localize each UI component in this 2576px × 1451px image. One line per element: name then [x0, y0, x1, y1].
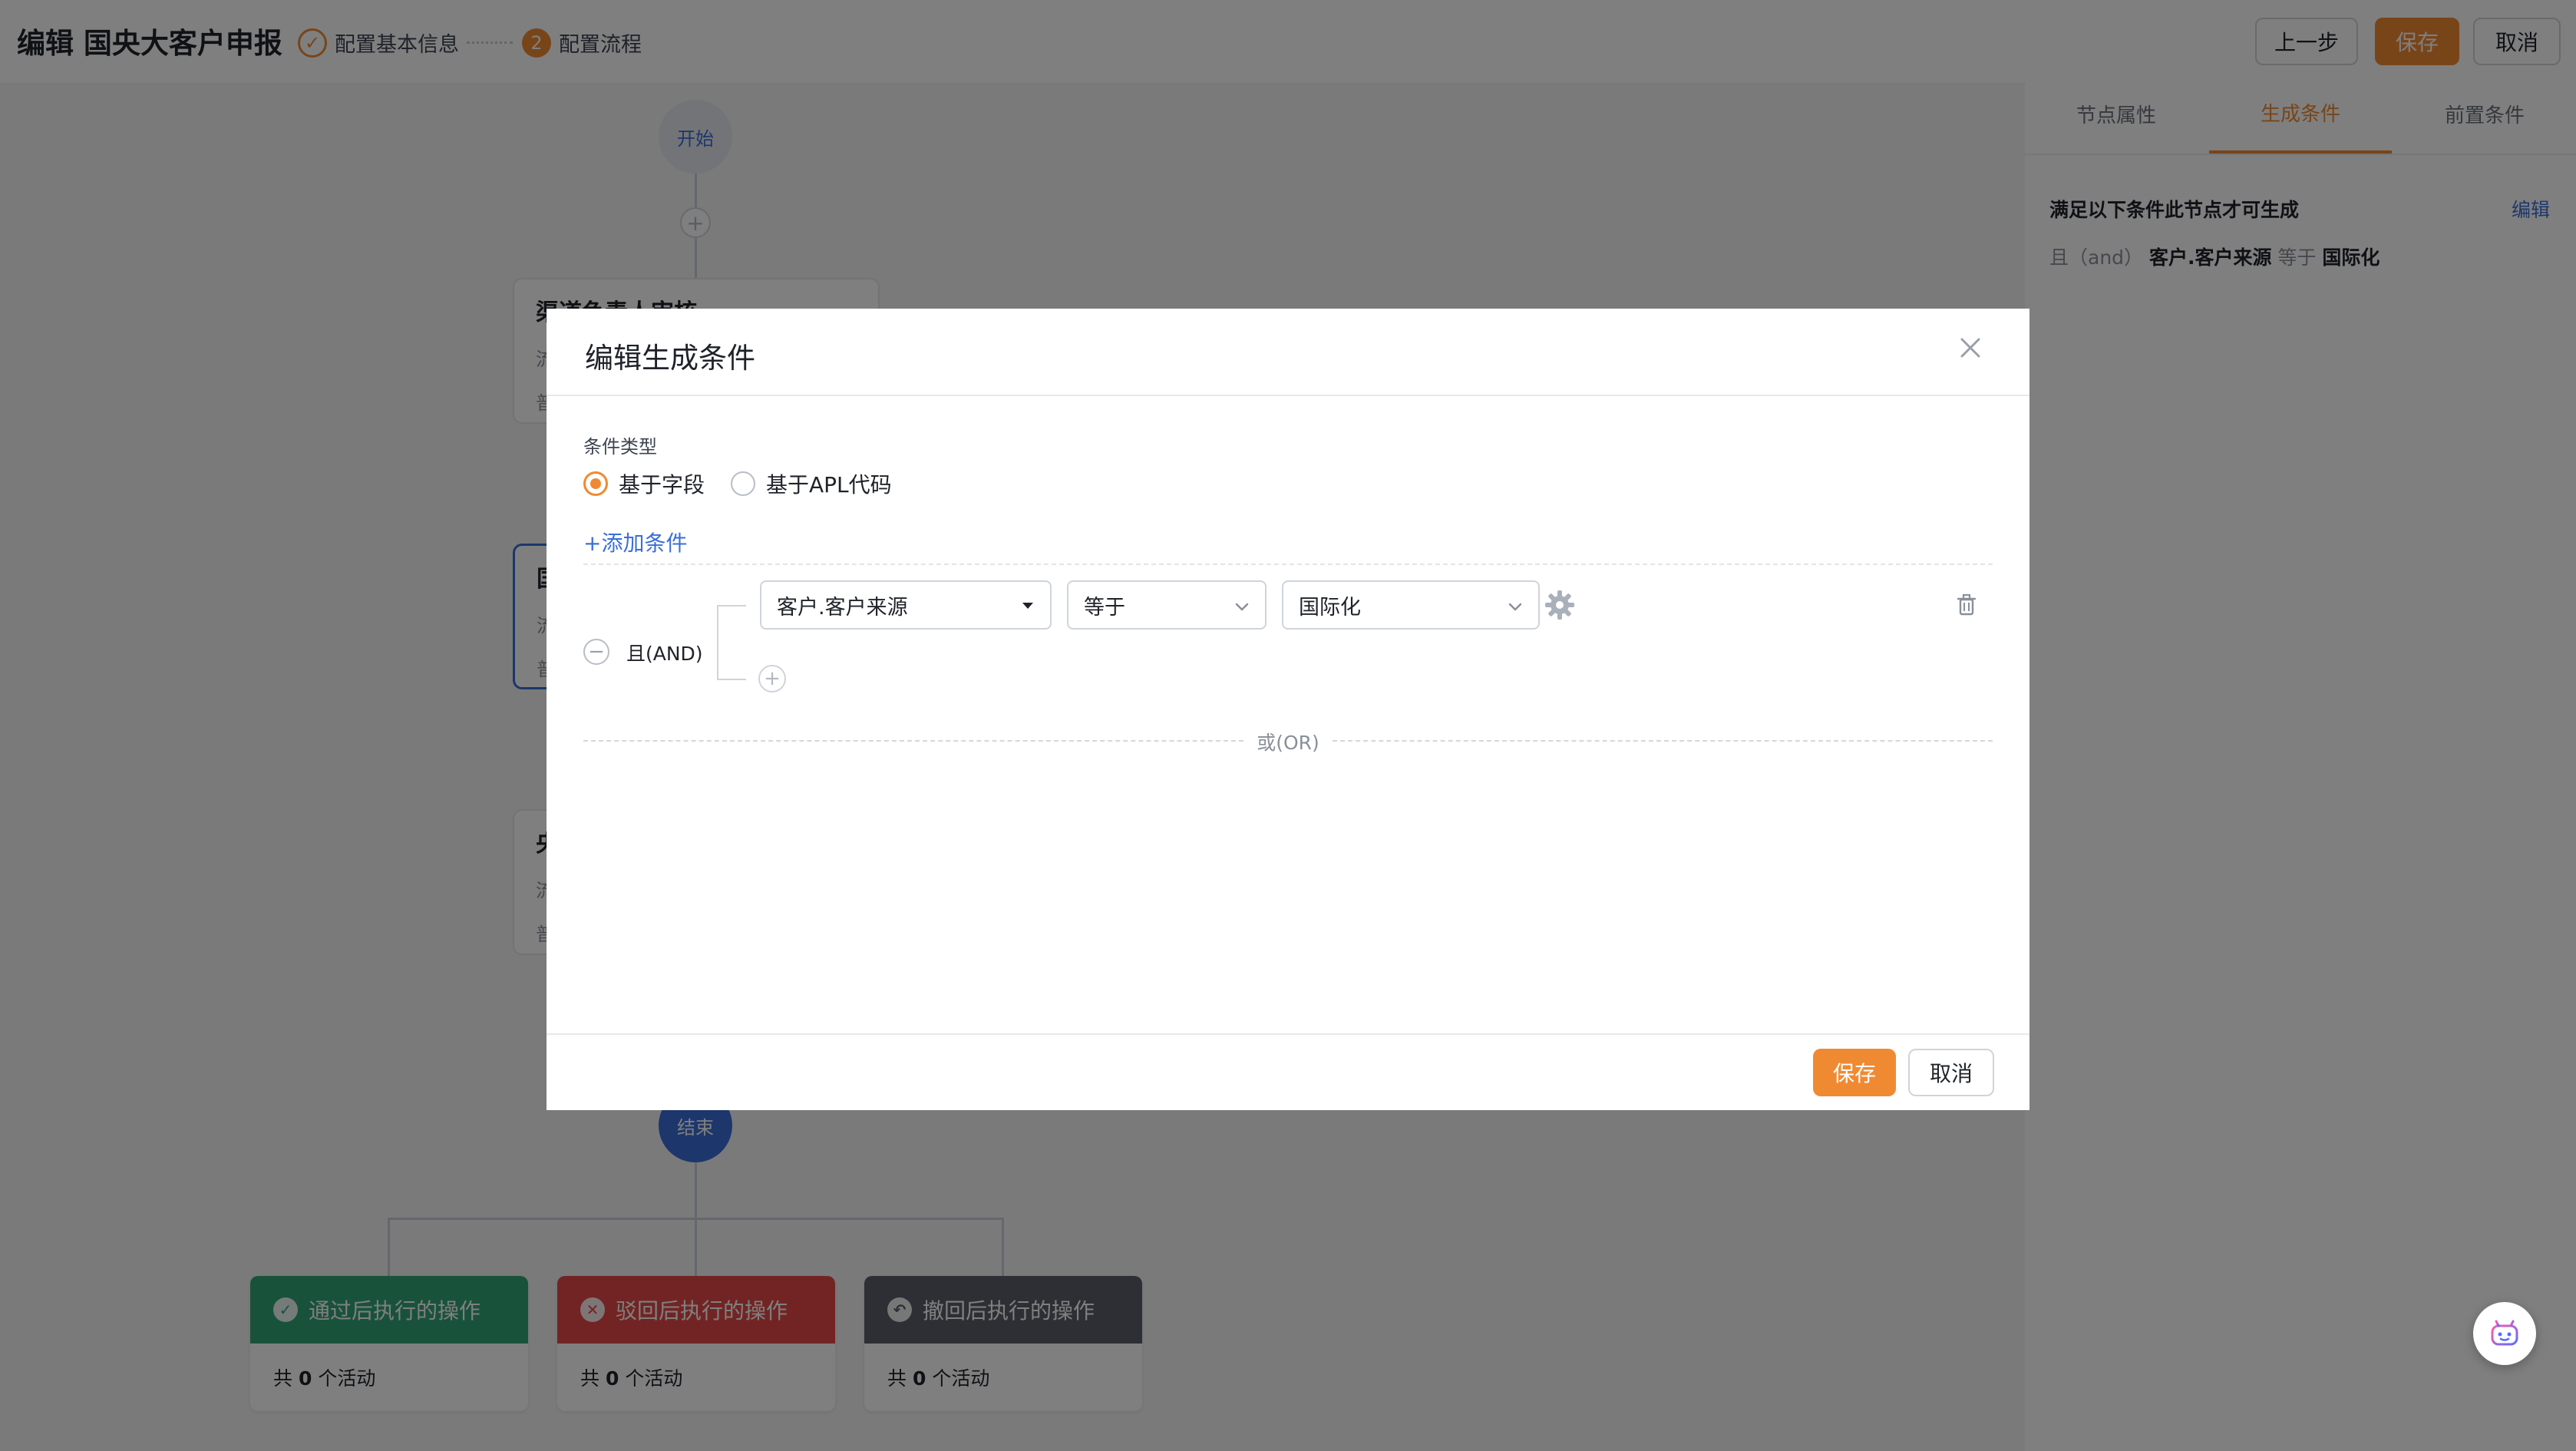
radio-checked-icon: [583, 471, 608, 496]
radio-field-based[interactable]: 基于字段: [583, 468, 705, 499]
gear-icon[interactable]: [1543, 588, 1577, 622]
chevron-down-icon: [1508, 603, 1522, 611]
close-icon: [1960, 338, 1980, 358]
radio-label: 基于APL代码: [766, 472, 892, 497]
collapse-group-icon[interactable]: −: [583, 639, 609, 665]
value-select[interactable]: 国际化: [1282, 580, 1540, 630]
value-select-value: 国际化: [1299, 595, 1361, 620]
divider: [583, 564, 1993, 565]
add-sub-condition-icon[interactable]: +: [758, 665, 786, 692]
caret-down-icon: [1022, 603, 1033, 609]
modal-close-button[interactable]: [1951, 329, 1990, 367]
or-divider-label: 或(OR): [1257, 732, 1319, 754]
condition-type-label: 条件类型: [583, 436, 657, 458]
radio-apl-based[interactable]: 基于APL代码: [731, 468, 892, 499]
modal-header: 编辑生成条件: [547, 309, 2029, 396]
chevron-down-icon: [1235, 603, 1249, 611]
edit-condition-modal: 编辑生成条件 条件类型 基于字段 基于APL代码 +添加条件 − 且(AND) …: [547, 309, 2029, 1110]
modal-save-button[interactable]: 保存: [1813, 1049, 1896, 1096]
radio-label: 基于字段: [619, 472, 705, 497]
field-select[interactable]: 客户.客户来源: [760, 580, 1052, 630]
radio-unchecked-icon: [731, 471, 755, 496]
modal-title: 编辑生成条件: [585, 342, 755, 375]
modal-footer: [547, 1033, 2029, 1112]
robot-icon: [2491, 1320, 2518, 1346]
operator-select-value: 等于: [1084, 595, 1125, 620]
group-logic-label: 且(AND): [626, 643, 703, 665]
trash-icon[interactable]: [1954, 593, 1979, 617]
add-condition-link[interactable]: +添加条件: [583, 527, 687, 557]
field-select-value: 客户.客户来源: [777, 595, 908, 620]
group-bracket: [717, 605, 746, 680]
modal-cancel-button[interactable]: 取消: [1908, 1049, 1994, 1096]
assistant-bot-button[interactable]: [2473, 1302, 2536, 1365]
operator-select[interactable]: 等于: [1067, 580, 1267, 630]
or-divider-left: [583, 740, 1243, 742]
or-divider-right: [1333, 740, 1993, 742]
